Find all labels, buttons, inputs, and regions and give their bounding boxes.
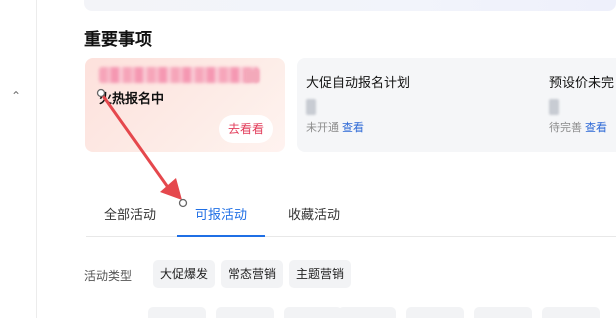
tab-favorite-activities[interactable]: 收藏活动 xyxy=(284,196,344,235)
filter-chip[interactable] xyxy=(216,307,274,318)
plan-auto-signup: 大促自动报名计划 未开通 查看 xyxy=(306,72,410,135)
blurred-activity-name xyxy=(99,67,259,83)
filter-chip-big-promo[interactable]: 大促爆发 xyxy=(153,260,216,288)
tab-all-activities[interactable]: 全部活动 xyxy=(100,196,160,235)
activity-tabs: 全部活动 可报活动 收藏活动 xyxy=(86,196,616,237)
blurred-plan-value xyxy=(549,99,559,115)
filter-chip-regular-marketing[interactable]: 常态营销 xyxy=(221,260,284,288)
filter-chip[interactable] xyxy=(148,307,206,318)
plan-view-link[interactable]: 查看 xyxy=(342,121,364,134)
activity-type-filter: 活动类型 大促爆发 常态营销 主题营销 xyxy=(84,260,616,290)
plan-title: 大促自动报名计划 xyxy=(306,76,411,91)
plans-card: 大促自动报名计划 未开通 查看 预设价未完 待完善 查看 xyxy=(297,58,616,152)
blurred-plan-value xyxy=(306,99,316,115)
filter-chip[interactable] xyxy=(338,307,396,318)
top-banner xyxy=(84,0,616,11)
bottom-chip-row xyxy=(148,307,616,318)
filter-chip-theme-marketing[interactable]: 主题营销 xyxy=(289,260,352,288)
plan-status: 待完善 xyxy=(549,121,582,134)
plan-status: 未开通 xyxy=(306,121,339,134)
tab-available-activities[interactable]: 可报活动 xyxy=(177,196,266,237)
blurred-activity-name-tail xyxy=(245,70,259,82)
plan-status-row: 未开通 查看 xyxy=(306,119,410,135)
section-title: 重要事项 xyxy=(84,30,152,50)
filter-chip[interactable] xyxy=(406,307,464,318)
plan-preset-price: 预设价未完 待完善 查看 xyxy=(549,72,614,135)
left-rail: ⌃ xyxy=(0,0,37,318)
chevron-up-icon[interactable]: ⌃ xyxy=(8,88,24,104)
hot-activity-card[interactable]: 火热报名中 去看看 xyxy=(85,58,285,152)
filter-label: 活动类型 xyxy=(84,269,133,283)
plan-view-link[interactable]: 查看 xyxy=(585,121,607,134)
go-view-button[interactable]: 去看看 xyxy=(219,115,273,143)
filter-chip[interactable] xyxy=(542,307,600,318)
filter-chip[interactable] xyxy=(474,307,532,318)
filter-chip[interactable] xyxy=(284,307,342,318)
plan-status-row: 待完善 查看 xyxy=(549,119,614,135)
hot-status-label: 火热报名中 xyxy=(99,92,165,107)
plan-title: 预设价未完 xyxy=(549,76,615,91)
